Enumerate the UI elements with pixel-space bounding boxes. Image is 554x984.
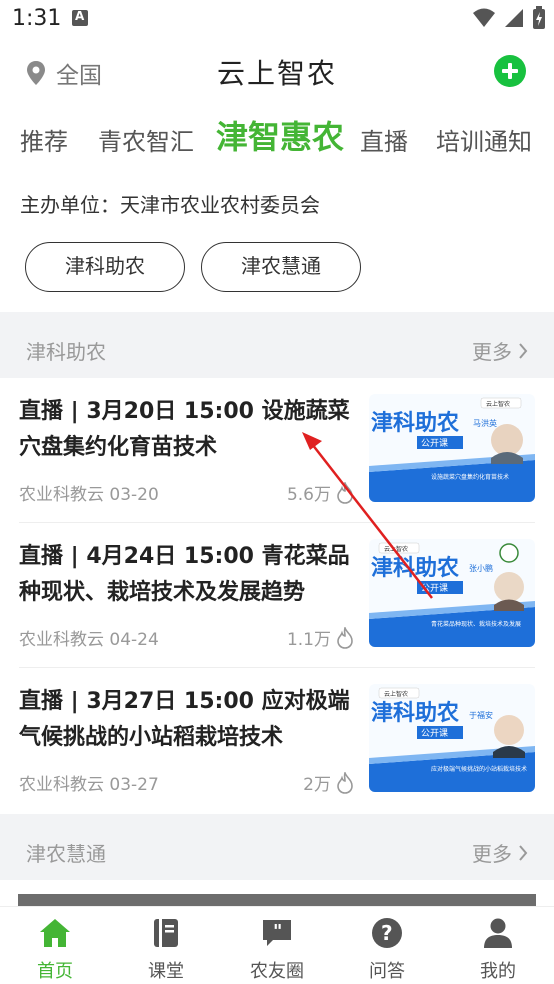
thumbnail: 云上智农 津科助农 公开课 马洪英 设施蔬菜穴盘集约化育苗技术 xyxy=(369,394,535,502)
section-title: 津科助农 xyxy=(26,340,106,364)
battery-icon xyxy=(533,6,545,29)
more-link[interactable]: 更多 xyxy=(472,838,528,867)
home-icon xyxy=(40,919,70,947)
card-views: 1.1万 xyxy=(287,625,354,650)
card-title: 直播 | 4月24日 15:00 青花菜品种现状、栽培技术及发展趋势 xyxy=(19,544,350,605)
thumb-speaker: 于福安 xyxy=(469,710,493,720)
card-source: 农业科教云 03-20 xyxy=(19,485,159,505)
top-bar: 全国 云上智农 xyxy=(0,38,554,104)
add-button[interactable] xyxy=(494,55,526,87)
tab-live[interactable]: 直播 xyxy=(360,122,408,157)
nav-qa[interactable]: ? 问答 xyxy=(342,915,432,983)
card-title: 直播 | 3月20日 15:00 设施蔬菜穴盘集约化育苗技术 xyxy=(19,399,350,460)
card-title: 直播 | 3月27日 15:00 应对极端气候挑战的小站稻栽培技术 xyxy=(19,689,350,750)
thumb-brand: 津科助农 xyxy=(371,410,459,436)
thumb-topic: 应对极端气候挑战的小站稻栽培技术 xyxy=(431,765,527,773)
app-title: 云上智农 xyxy=(216,57,337,90)
channel-tabs: 推荐 青农智汇 津智惠农 直播 培训通知 xyxy=(0,104,554,174)
more-link[interactable]: 更多 xyxy=(472,336,528,365)
status-icons xyxy=(472,6,546,30)
status-time: 1:31 xyxy=(12,6,62,31)
card-source: 农业科教云 04-24 xyxy=(19,630,159,650)
organizer-row: 主办单位：天津市农业农村委员会 xyxy=(0,174,554,230)
list-item[interactable]: 直播 | 3月27日 15:00 应对极端气候挑战的小站稻栽培技术 农业科教云 … xyxy=(0,668,554,813)
thumb-logo: 云上智农 xyxy=(486,400,510,408)
thumb-sub: 公开课 xyxy=(421,583,448,594)
more-label: 更多 xyxy=(472,842,512,866)
card-source: 农业科教云 03-27 xyxy=(19,775,159,795)
section-header-jinke: 津科助农 更多 xyxy=(0,312,554,378)
nav-classroom[interactable]: 课堂 xyxy=(121,915,211,983)
thumb-speaker: 张小鹏 xyxy=(469,563,493,573)
user-icon xyxy=(484,918,512,948)
bottom-nav: 首页 课堂 " 农友圈 ? 问答 我的 xyxy=(0,906,554,984)
flame-icon xyxy=(337,626,353,649)
nav-label: 课堂 xyxy=(148,961,184,982)
nav-label: 我的 xyxy=(480,961,516,982)
status-bar: 1:31 xyxy=(0,0,554,38)
thumb-logo: 云上智农 xyxy=(384,545,408,553)
more-label: 更多 xyxy=(472,340,512,364)
tab-jinzhi[interactable]: 津智惠农 xyxy=(216,112,344,158)
tab-qingnong[interactable]: 青农智汇 xyxy=(98,122,194,157)
view-count: 2万 xyxy=(303,775,331,795)
view-count: 1.1万 xyxy=(286,630,331,650)
sub-category-chips: 津科助农 津农慧通 xyxy=(0,230,554,312)
chevron-right-icon xyxy=(519,844,528,861)
chip-jinke[interactable]: 津科助农 xyxy=(25,242,185,292)
thumb-topic: 青花菜品种现状、栽培技术及发展 xyxy=(431,620,521,628)
chip-jinnong[interactable]: 津农慧通 xyxy=(201,242,361,292)
thumb-topic: 设施蔬菜穴盘集约化育苗技术 xyxy=(431,473,509,481)
card-views: 5.6万 xyxy=(287,480,354,505)
list-item[interactable]: 直播 | 3月20日 15:00 设施蔬菜穴盘集约化育苗技术 农业科教云 03-… xyxy=(0,378,554,523)
section-title: 津农慧通 xyxy=(26,842,106,866)
nav-community[interactable]: " 农友圈 xyxy=(232,915,322,983)
quote-bubble-icon: " xyxy=(263,920,291,946)
view-count: 5.6万 xyxy=(286,485,331,505)
nav-home[interactable]: 首页 xyxy=(10,915,100,983)
thumbnail: 云上智农 津科助农 公开课 于福安 应对极端气候挑战的小站稻栽培技术 xyxy=(369,684,535,792)
book-icon xyxy=(154,919,178,947)
flame-icon xyxy=(337,481,353,504)
tab-training[interactable]: 培训通知 xyxy=(436,122,532,157)
thumb-sub: 公开课 xyxy=(421,438,448,449)
thumbnail: 云上智农 津科助农 公开课 张小鹏 青花菜品种现状、栽培技术及发展 xyxy=(369,539,535,647)
signal-icon xyxy=(505,9,523,27)
flame-icon xyxy=(337,771,353,794)
thumb-brand: 津科助农 xyxy=(371,700,459,726)
nav-label: 首页 xyxy=(37,961,73,982)
notification-a-icon xyxy=(72,9,88,26)
tab-recommend[interactable]: 推荐 xyxy=(20,122,68,157)
thumb-sub: 公开课 xyxy=(421,728,448,739)
section-header-jinnong: 津农慧通 更多 xyxy=(0,814,554,880)
thumb-brand: 津科助农 xyxy=(371,555,459,581)
organizer-text: 主办单位：天津市农业农村委员会 xyxy=(20,193,320,217)
nav-mine[interactable]: 我的 xyxy=(453,915,543,983)
list-item[interactable]: 直播 | 4月24日 15:00 青花菜品种现状、栽培技术及发展趋势 农业科教云… xyxy=(0,523,554,668)
thumb-logo: 云上智农 xyxy=(384,690,408,698)
svg-text:": " xyxy=(273,921,282,942)
wifi-icon xyxy=(473,8,495,27)
nav-label: 问答 xyxy=(369,961,405,982)
nav-label: 农友圈 xyxy=(250,961,304,982)
svg-text:?: ? xyxy=(381,921,393,945)
chevron-right-icon xyxy=(519,342,528,359)
article-list: 直播 | 3月20日 15:00 设施蔬菜穴盘集约化育苗技术 农业科教云 03-… xyxy=(0,378,554,814)
thumb-speaker: 马洪英 xyxy=(473,418,497,428)
question-icon: ? xyxy=(372,918,402,948)
card-views: 2万 xyxy=(303,770,354,795)
